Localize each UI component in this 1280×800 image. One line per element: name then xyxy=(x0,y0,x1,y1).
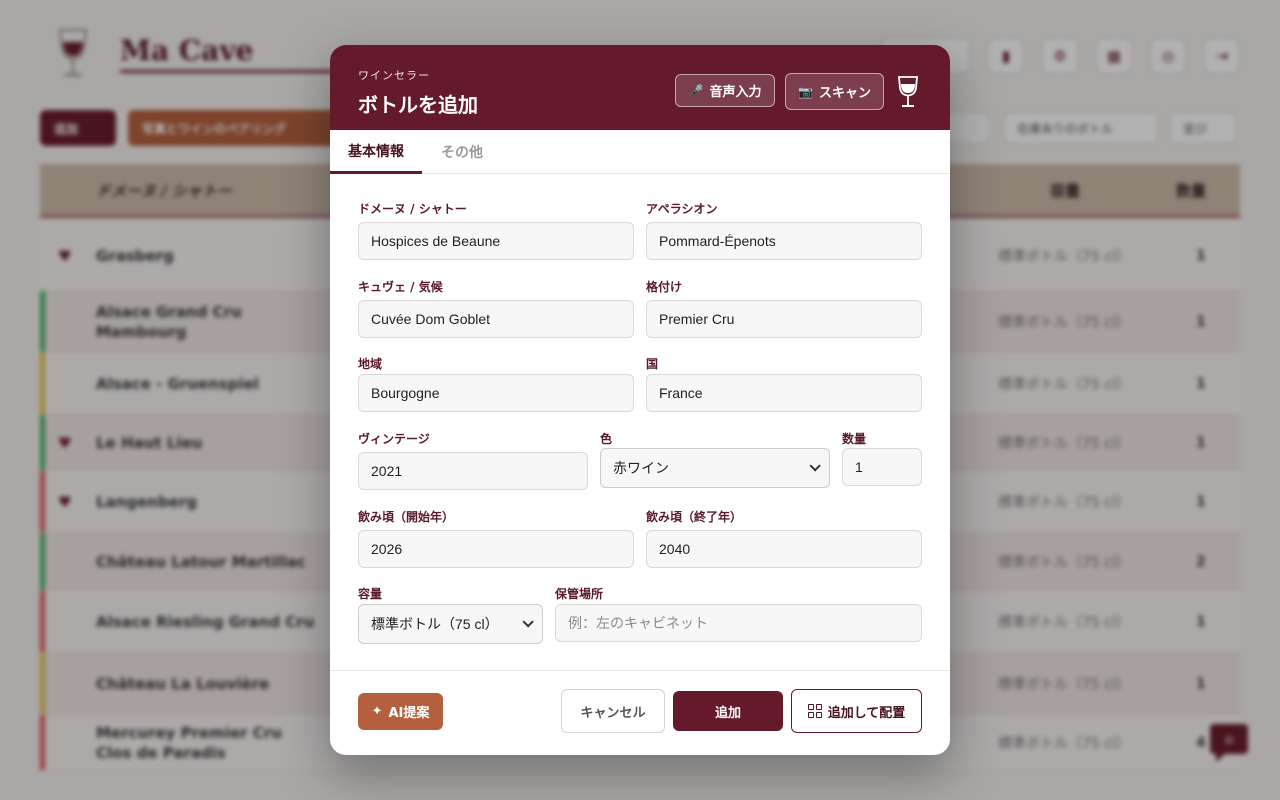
add-and-place-button[interactable]: 追加して配置 xyxy=(791,689,922,733)
chevron-down-icon xyxy=(522,616,534,628)
voice-input-label: 音声入力 xyxy=(709,85,762,100)
location-input[interactable] xyxy=(555,604,922,642)
format-select[interactable]: 標準ボトル（75 cl） xyxy=(358,604,543,644)
quantity-label: 数量 xyxy=(842,432,867,446)
vintage-label: ヴィンテージ xyxy=(358,432,430,446)
modal-title: ボトルを追加 xyxy=(358,93,478,117)
voice-input-button[interactable]: 🎤 音声入力 xyxy=(675,74,775,107)
appellation-input[interactable] xyxy=(646,222,922,260)
region-input[interactable] xyxy=(358,374,634,412)
chevron-down-icon xyxy=(809,460,821,472)
classification-input[interactable] xyxy=(646,300,922,338)
drink-to-input[interactable] xyxy=(646,530,922,568)
add-bottle-modal: ワインセラー ボトルを追加 🎤 音声入力 📷 スキャン 基本情報 その他 ドメー… xyxy=(330,45,950,755)
cuvee-input[interactable] xyxy=(358,300,634,338)
scan-label: スキャン xyxy=(818,86,871,101)
sparkle-icon: ✦ xyxy=(371,704,383,719)
wine-glass-icon xyxy=(898,76,918,107)
drink-to-label: 飲み頃（終了年） xyxy=(646,510,743,524)
modal-tabs: 基本情報 その他 xyxy=(330,130,950,174)
cuvee-label: キュヴェ / 気候 xyxy=(358,280,443,294)
country-label: 国 xyxy=(646,357,659,371)
tab-other[interactable]: その他 xyxy=(422,130,502,174)
scan-button[interactable]: 📷 スキャン xyxy=(785,73,884,110)
country-input[interactable] xyxy=(646,374,922,412)
ai-suggest-button[interactable]: ✦ AI提案 xyxy=(358,693,443,730)
format-label: 容量 xyxy=(358,587,383,601)
drink-from-input[interactable] xyxy=(358,530,634,568)
camera-icon: 📷 xyxy=(798,84,813,99)
color-select-value: 赤ワイン xyxy=(613,460,669,476)
modal-header: ワインセラー ボトルを追加 🎤 音声入力 📷 スキャン xyxy=(330,45,950,130)
color-label: 色 xyxy=(600,432,613,446)
modal-subtitle: ワインセラー xyxy=(358,69,430,82)
drink-from-label: 飲み頃（開始年） xyxy=(358,510,455,524)
cancel-button[interactable]: キャンセル xyxy=(561,689,665,733)
appellation-label: アペラシオン xyxy=(646,202,718,216)
domain-label: ドメーヌ / シャトー xyxy=(358,202,467,216)
color-select[interactable]: 赤ワイン xyxy=(600,448,830,488)
classification-label: 格付け xyxy=(646,280,683,294)
format-select-value: 標準ボトル（75 cl） xyxy=(371,616,499,632)
domain-input[interactable] xyxy=(358,222,634,260)
vintage-input[interactable] xyxy=(358,452,588,490)
modal-footer: ✦ AI提案 キャンセル 追加 追加して配置 xyxy=(330,670,950,755)
add-and-place-label: 追加して配置 xyxy=(827,705,906,721)
microphone-icon: 🎤 xyxy=(688,83,704,98)
ai-suggest-label: AI提案 xyxy=(388,706,430,721)
add-button[interactable]: 追加 xyxy=(673,691,783,731)
quantity-input[interactable] xyxy=(842,448,922,486)
location-label: 保管場所 xyxy=(555,587,604,601)
grid-layout-icon xyxy=(807,704,822,718)
tab-basic-info[interactable]: 基本情報 xyxy=(330,130,422,174)
region-label: 地域 xyxy=(358,357,383,371)
